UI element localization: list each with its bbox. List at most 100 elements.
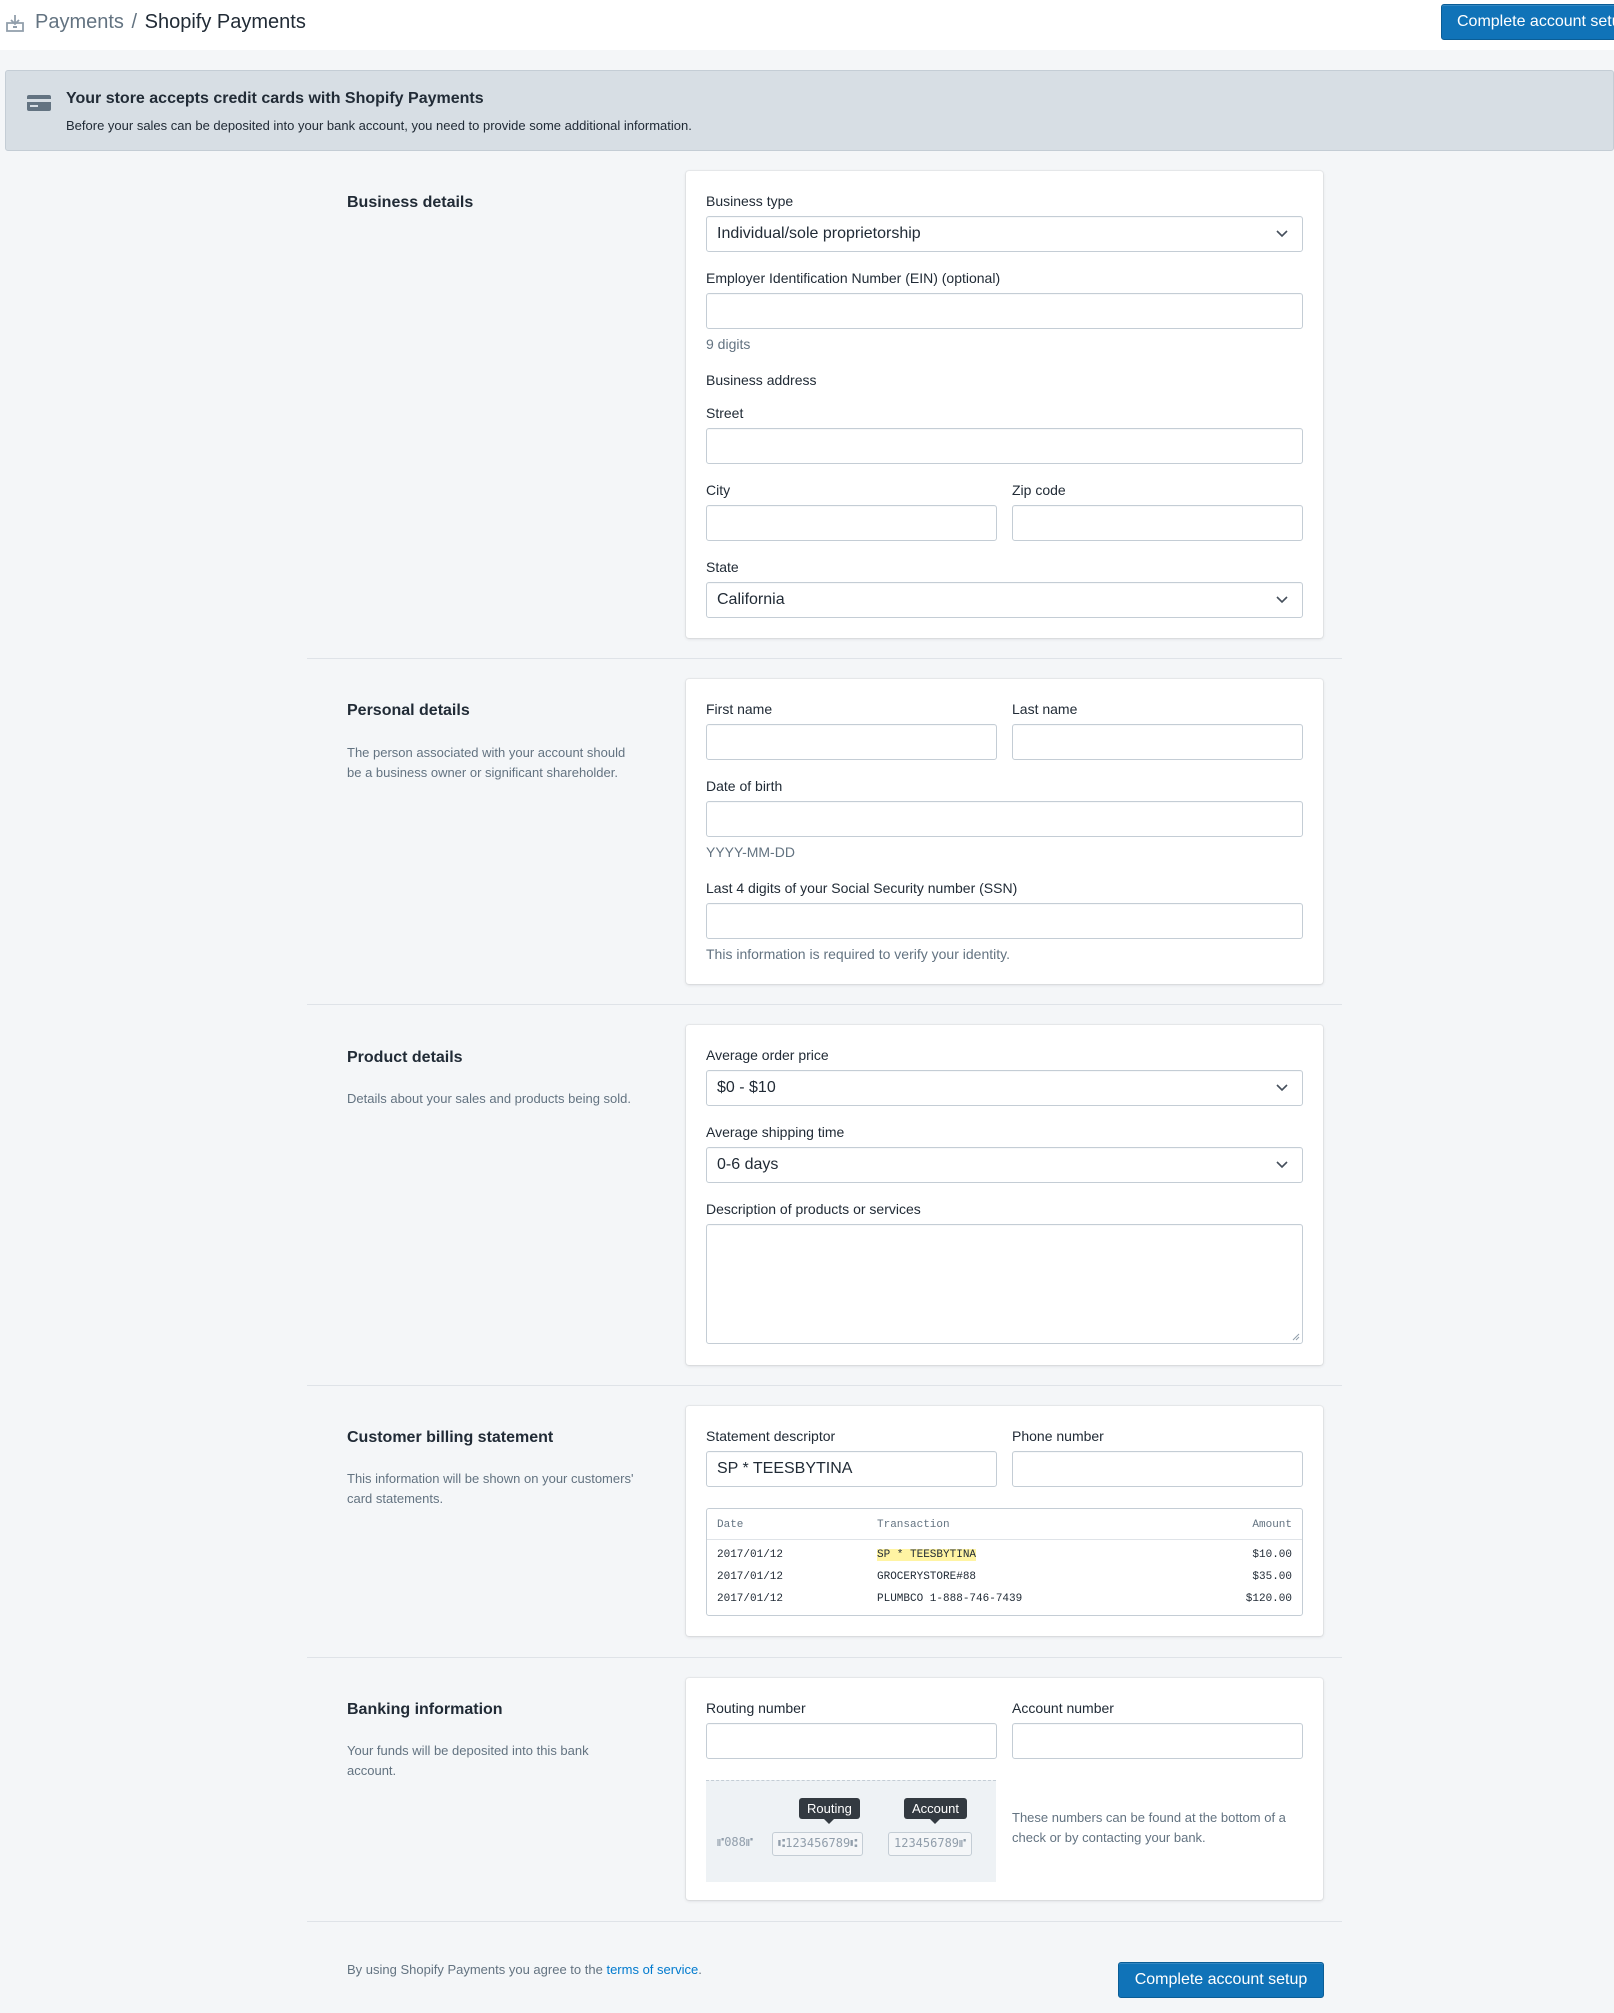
check-illustration: Routing Account ⑈088⑈ ⑆123456789⑆ 123456… xyxy=(706,1780,996,1882)
city-input[interactable] xyxy=(706,505,997,541)
terms-agreement-text: By using Shopify Payments you agree to t… xyxy=(347,1962,702,1977)
section-divider xyxy=(307,658,1342,659)
date-column-header: Date xyxy=(717,1519,744,1531)
statement-preview-table: Date Transaction Amount 2017/01/12 SP * … xyxy=(706,1508,1303,1616)
terms-of-service-link[interactable]: terms of service xyxy=(606,1962,698,1977)
chevron-down-icon xyxy=(1276,230,1288,238)
chevron-down-icon xyxy=(1276,1161,1288,1169)
billing-statement-description: This information will be shown on your c… xyxy=(347,1471,634,1506)
billing-statement-card: Statement descriptor Phone number Date T… xyxy=(686,1406,1323,1636)
account-tooltip: Account xyxy=(904,1798,967,1824)
complete-account-setup-button[interactable]: Complete account setup xyxy=(1118,1962,1324,1998)
resize-handle-icon[interactable] xyxy=(1290,1331,1300,1341)
date-of-birth-input[interactable] xyxy=(706,801,1303,837)
banner-text: Before your sales can be deposited into … xyxy=(66,118,692,133)
ein-input[interactable] xyxy=(706,293,1303,329)
date-of-birth-label: Date of birth xyxy=(706,778,783,794)
section-divider xyxy=(307,1921,1342,1922)
product-details-description: Details about your sales and products be… xyxy=(347,1091,632,1106)
info-banner: Your store accepts credit cards with Sho… xyxy=(5,70,1614,151)
city-label: City xyxy=(706,482,731,498)
last-name-input[interactable] xyxy=(1012,724,1303,760)
phone-number-input[interactable] xyxy=(1012,1451,1303,1487)
business-address-label: Business address xyxy=(706,372,817,388)
ein-label: Employer Identification Number (EIN) (op… xyxy=(706,270,1001,286)
personal-details-description: The person associated with your account … xyxy=(347,745,626,780)
average-order-price-select[interactable]: $0 - $10 xyxy=(706,1070,1303,1106)
section-divider xyxy=(307,1004,1342,1005)
ssn-input[interactable] xyxy=(706,903,1303,939)
billing-statement-title: Customer billing statement xyxy=(347,1429,554,1446)
ssn-help-text: This information is required to verify y… xyxy=(706,946,1010,962)
table-row: 2017/01/12 PLUMBCO 1-888-746-7439 $120.0… xyxy=(707,1593,1302,1615)
average-shipping-time-select[interactable]: 0-6 days xyxy=(706,1147,1303,1183)
routing-tooltip: Routing xyxy=(799,1798,860,1824)
row-transaction-highlighted: SP * TEESBYTINA xyxy=(877,1549,977,1561)
table-row: 2017/01/12 GROCERYSTORE#88 $35.00 xyxy=(707,1571,1302,1593)
account-number-label: Account number xyxy=(1012,1700,1114,1716)
ein-help-text: 9 digits xyxy=(706,336,751,352)
product-details-title: Product details xyxy=(347,1049,463,1066)
personal-details-title: Personal details xyxy=(347,702,470,719)
statement-descriptor-input[interactable] xyxy=(706,1451,997,1487)
complete-account-setup-top-button[interactable]: Complete account setup xyxy=(1441,4,1614,40)
row-transaction: PLUMBCO 1-888-746-7439 xyxy=(877,1593,1023,1605)
routing-digits: ⑆123456789⑆ xyxy=(772,1832,864,1856)
last-name-label: Last name xyxy=(1012,701,1078,717)
page-title: Shopify Payments xyxy=(144,11,306,33)
row-amount: $10.00 xyxy=(1252,1549,1292,1561)
first-name-label: First name xyxy=(706,701,773,717)
business-type-value: Individual/sole proprietorship xyxy=(717,225,921,242)
routing-number-label: Routing number xyxy=(706,1700,806,1716)
row-date: 2017/01/12 xyxy=(717,1549,784,1561)
business-type-label: Business type xyxy=(706,193,794,209)
business-details-title: Business details xyxy=(347,194,474,211)
product-description-textarea[interactable] xyxy=(706,1224,1303,1344)
transaction-column-header: Transaction xyxy=(877,1519,950,1531)
top-bar: Payments / Shopify Payments Complete acc… xyxy=(0,0,1614,50)
product-details-card: Average order price $0 - $10 Average shi… xyxy=(686,1025,1323,1365)
routing-number-input[interactable] xyxy=(706,1723,997,1759)
breadcrumb-separator: / xyxy=(131,11,138,33)
zip-code-label: Zip code xyxy=(1012,482,1066,498)
state-value: California xyxy=(717,591,785,608)
zip-code-input[interactable] xyxy=(1012,505,1303,541)
payments-icon xyxy=(6,15,24,32)
date-of-birth-help: YYYY-MM-DD xyxy=(706,844,795,860)
business-details-card: Business type Individual/sole proprietor… xyxy=(686,171,1323,638)
account-digits: 123456789⑈ xyxy=(888,1832,973,1856)
banner-title: Your store accepts credit cards with Sho… xyxy=(66,90,484,107)
phone-number-label: Phone number xyxy=(1012,1428,1104,1444)
breadcrumb-payments-link[interactable]: Payments xyxy=(35,11,124,33)
row-date: 2017/01/12 xyxy=(717,1571,784,1583)
state-select[interactable]: California xyxy=(706,582,1303,618)
row-transaction: GROCERYSTORE#88 xyxy=(877,1571,977,1583)
table-row: 2017/01/12 SP * TEESBYTINA $10.00 xyxy=(707,1549,1302,1571)
average-shipping-time-value: 0-6 days xyxy=(717,1156,779,1173)
statement-descriptor-label: Statement descriptor xyxy=(706,1428,836,1444)
row-amount: $35.00 xyxy=(1252,1571,1292,1583)
row-amount: $120.00 xyxy=(1245,1593,1292,1605)
amount-column-header: Amount xyxy=(1252,1519,1292,1531)
account-number-input[interactable] xyxy=(1012,1723,1303,1759)
first-name-input[interactable] xyxy=(706,724,997,760)
banking-information-title: Banking information xyxy=(347,1701,503,1718)
breadcrumb: Payments / Shopify Payments xyxy=(35,11,306,34)
banking-information-card: Routing number Account number Routing Ac… xyxy=(686,1678,1323,1900)
credit-card-icon xyxy=(27,95,51,111)
section-divider xyxy=(307,1385,1342,1386)
street-label: Street xyxy=(706,405,744,421)
state-label: State xyxy=(706,559,739,575)
table-header: Date Transaction Amount xyxy=(707,1509,1302,1540)
terms-suffix: . xyxy=(698,1962,702,1977)
chevron-down-icon xyxy=(1276,1084,1288,1092)
average-order-price-value: $0 - $10 xyxy=(717,1079,776,1096)
business-type-select[interactable]: Individual/sole proprietorship xyxy=(706,216,1303,252)
average-shipping-time-label: Average shipping time xyxy=(706,1124,845,1140)
chevron-down-icon xyxy=(1276,596,1288,604)
street-input[interactable] xyxy=(706,428,1303,464)
personal-details-card: First name Last name Date of birth YYYY-… xyxy=(686,679,1323,984)
average-order-price-label: Average order price xyxy=(706,1047,829,1063)
row-date: 2017/01/12 xyxy=(717,1593,784,1605)
banking-information-description: Your funds will be deposited into this b… xyxy=(347,1743,589,1778)
